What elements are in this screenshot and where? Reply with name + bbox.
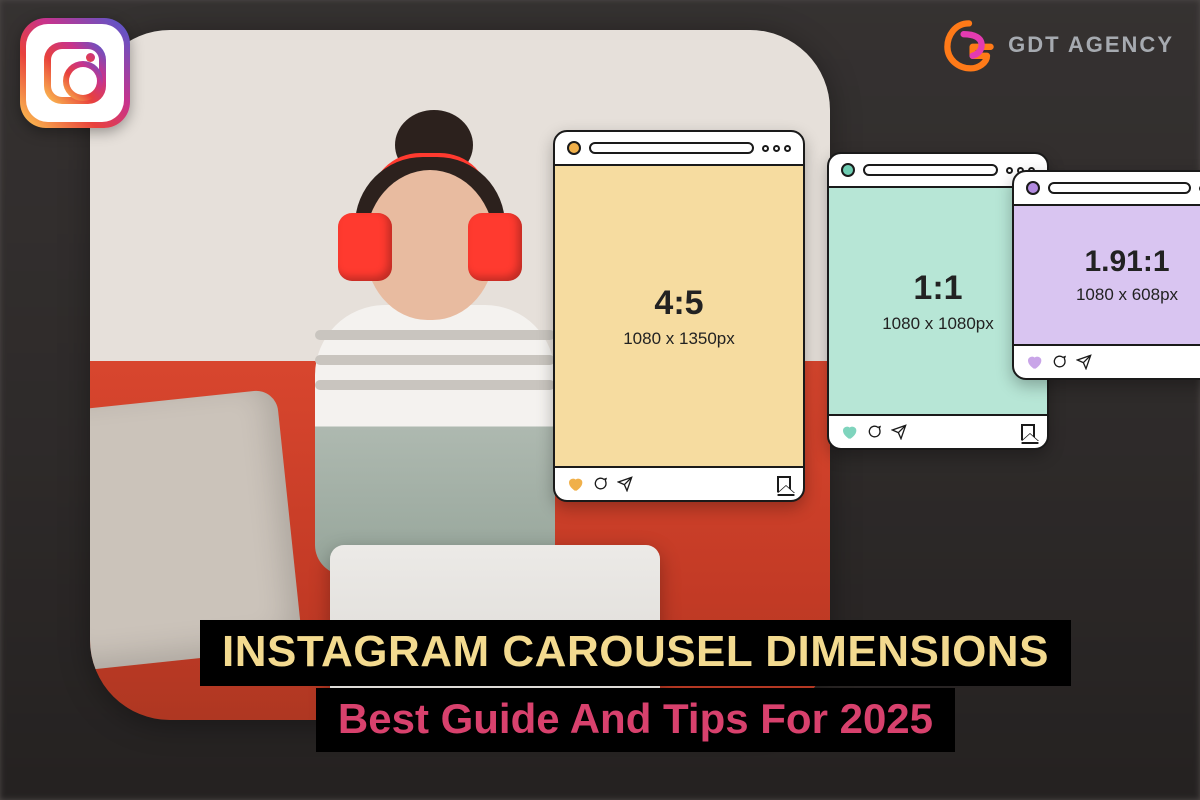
headline-line-2: Best Guide And Tips For 2025 — [316, 688, 955, 752]
aspect-ratio-label: 1:1 — [913, 269, 962, 308]
brand-mark-icon — [942, 18, 996, 72]
card-titlebar — [555, 132, 803, 166]
headline-block: INSTAGRAM CAROUSEL DIMENSIONS Best Guide… — [200, 620, 1071, 752]
send-icon — [617, 476, 633, 492]
pixel-dimensions-label: 1080 x 1080px — [882, 314, 994, 334]
bookmark-icon — [777, 476, 791, 492]
card-body: 1.91:1 1080 x 608px — [1014, 206, 1200, 344]
traffic-dot-icon — [567, 141, 581, 155]
heart-icon — [1026, 354, 1042, 370]
card-footer — [555, 466, 803, 500]
dimension-card-portrait: 4:5 1080 x 1350px — [553, 130, 805, 502]
card-body: 4:5 1080 x 1350px — [555, 166, 803, 466]
card-titlebar — [1014, 172, 1200, 206]
traffic-dot-icon — [1026, 181, 1040, 195]
addressbar-icon — [1048, 182, 1191, 194]
send-icon — [1076, 354, 1092, 370]
traffic-dot-icon — [841, 163, 855, 177]
menu-dots-icon — [762, 145, 791, 152]
brand-name: GDT AGENCY — [1008, 32, 1174, 58]
addressbar-icon — [863, 164, 998, 176]
dimension-card-landscape: 1.91:1 1080 x 608px — [1012, 170, 1200, 380]
heart-icon — [567, 476, 583, 492]
comment-icon — [866, 424, 882, 440]
send-icon — [891, 424, 907, 440]
brand-logo: GDT AGENCY — [942, 18, 1174, 72]
instagram-icon — [20, 18, 130, 128]
aspect-ratio-label: 4:5 — [654, 284, 703, 323]
card-footer — [1014, 344, 1200, 378]
pixel-dimensions-label: 1080 x 608px — [1076, 285, 1178, 305]
headline-line-1: INSTAGRAM CAROUSEL DIMENSIONS — [200, 620, 1071, 686]
comment-icon — [1051, 354, 1067, 370]
card-footer — [829, 414, 1047, 448]
bookmark-icon — [1021, 424, 1035, 440]
addressbar-icon — [589, 142, 754, 154]
aspect-ratio-label: 1.91:1 — [1084, 245, 1169, 279]
pixel-dimensions-label: 1080 x 1350px — [623, 329, 735, 349]
heart-icon — [841, 424, 857, 440]
comment-icon — [592, 476, 608, 492]
